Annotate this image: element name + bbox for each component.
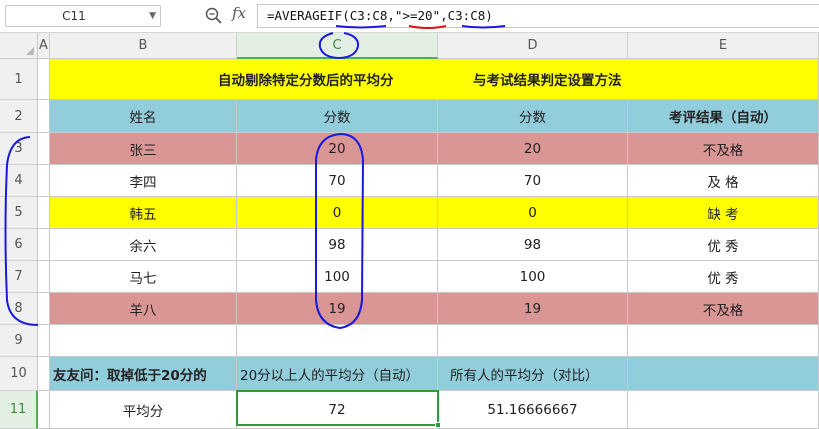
cell-score[interactable]: 98 xyxy=(237,229,438,261)
cell-e11[interactable] xyxy=(628,391,819,429)
cell-avg-above-value[interactable]: 72 xyxy=(237,391,438,429)
cell-result[interactable]: 优 秀 xyxy=(628,229,819,261)
cell-name[interactable]: 李四 xyxy=(50,165,237,197)
cell-a9[interactable] xyxy=(38,325,50,357)
name-box[interactable]: C11 ▼ xyxy=(5,5,161,27)
cell-result[interactable]: 优 秀 xyxy=(628,261,819,293)
title-left: 自动剔除特定分数后的平均分 xyxy=(218,73,394,89)
title-right: 与考试结果判定设置方法 xyxy=(473,73,622,89)
cell-b9[interactable] xyxy=(50,325,237,357)
chevron-down-icon[interactable]: ▼ xyxy=(149,6,156,26)
formula-text: =AVERAGEIF(C3:C8,">=20",C3:C8) xyxy=(267,8,493,23)
column-header-b[interactable]: B xyxy=(50,33,237,59)
cell-a8[interactable] xyxy=(38,293,50,325)
row-header-2[interactable]: 2 xyxy=(0,100,38,133)
cell-score-2[interactable]: 100 xyxy=(438,261,628,293)
cell-question[interactable]: 友友问：取掉低于20分的 xyxy=(50,357,237,391)
row-header-11[interactable]: 11 xyxy=(0,391,38,429)
row-header-10[interactable]: 10 xyxy=(0,357,38,391)
fx-icon[interactable]: fx xyxy=(232,4,246,22)
header-score-2[interactable]: 分数 xyxy=(438,100,628,133)
cell-name[interactable]: 余六 xyxy=(50,229,237,261)
cell-name[interactable]: 张三 xyxy=(50,133,237,165)
header-score[interactable]: 分数 xyxy=(237,100,438,133)
name-box-value: C11 xyxy=(62,9,86,23)
cell-a3[interactable] xyxy=(38,133,50,165)
title-cell[interactable]: 自动剔除特定分数后的平均分 与考试结果判定设置方法 xyxy=(50,59,819,100)
row-header-5[interactable]: 5 xyxy=(0,197,38,229)
column-header-c[interactable]: C xyxy=(237,33,438,59)
cell-a5[interactable] xyxy=(38,197,50,229)
cell-a2[interactable] xyxy=(38,100,50,133)
cell-score-2[interactable]: 19 xyxy=(438,293,628,325)
cell-score-2[interactable]: 0 xyxy=(438,197,628,229)
row-header-6[interactable]: 6 xyxy=(0,229,38,261)
cell-avg-label[interactable]: 平均分 xyxy=(50,391,237,429)
cell-a6[interactable] xyxy=(38,229,50,261)
cell-a4[interactable] xyxy=(38,165,50,197)
cell-result[interactable]: 及 格 xyxy=(628,165,819,197)
row-header-1[interactable]: 1 xyxy=(0,59,38,100)
cell-d9[interactable] xyxy=(438,325,628,357)
cell-name[interactable]: 马七 xyxy=(50,261,237,293)
cell-score[interactable]: 19 xyxy=(237,293,438,325)
zoom-icon[interactable] xyxy=(204,6,224,26)
cell-a11[interactable] xyxy=(38,391,50,429)
row-header-4[interactable]: 4 xyxy=(0,165,38,197)
row-header-8[interactable]: 8 xyxy=(0,293,38,325)
cell-name[interactable]: 羊八 xyxy=(50,293,237,325)
header-result[interactable]: 考评结果（自动） xyxy=(628,100,819,133)
cell-a10[interactable] xyxy=(38,357,50,391)
cell-score-2[interactable]: 98 xyxy=(438,229,628,261)
cell-score-2[interactable]: 20 xyxy=(438,133,628,165)
formula-bar: C11 ▼ fx =AVERAGEIF(C3:C8,">=20",C3:C8) xyxy=(0,0,819,33)
cell-result[interactable]: 缺 考 xyxy=(628,197,819,229)
row-header-3[interactable]: 3 xyxy=(0,133,38,165)
cell-score[interactable]: 70 xyxy=(237,165,438,197)
cell-a7[interactable] xyxy=(38,261,50,293)
cell-score[interactable]: 0 xyxy=(237,197,438,229)
select-all-corner[interactable] xyxy=(0,33,38,59)
column-header-a[interactable]: A xyxy=(38,33,50,59)
cell-a1[interactable] xyxy=(38,59,50,100)
cell-score-2[interactable]: 70 xyxy=(438,165,628,197)
cell-e9[interactable] xyxy=(628,325,819,357)
column-header-e[interactable]: E xyxy=(628,33,819,59)
formula-input[interactable]: =AVERAGEIF(C3:C8,">=20",C3:C8) xyxy=(257,4,819,28)
cell-result[interactable]: 不及格 xyxy=(628,133,819,165)
header-name[interactable]: 姓名 xyxy=(50,100,237,133)
cell-score[interactable]: 100 xyxy=(237,261,438,293)
cell-name[interactable]: 韩五 xyxy=(50,197,237,229)
cell-score[interactable]: 20 xyxy=(237,133,438,165)
cell-result[interactable]: 不及格 xyxy=(628,293,819,325)
row-header-7[interactable]: 7 xyxy=(0,261,38,293)
column-header-d[interactable]: D xyxy=(438,33,628,59)
cell-avg-above-label[interactable]: 20分以上人的平均分（自动） xyxy=(237,357,438,391)
row-header-9[interactable]: 9 xyxy=(0,325,38,357)
cell-avg-all-label[interactable]: 所有人的平均分（对比） xyxy=(438,357,628,391)
cell-c9[interactable] xyxy=(237,325,438,357)
cell-avg-all-value[interactable]: 51.16666667 xyxy=(438,391,628,429)
cell-e10[interactable] xyxy=(628,357,819,391)
